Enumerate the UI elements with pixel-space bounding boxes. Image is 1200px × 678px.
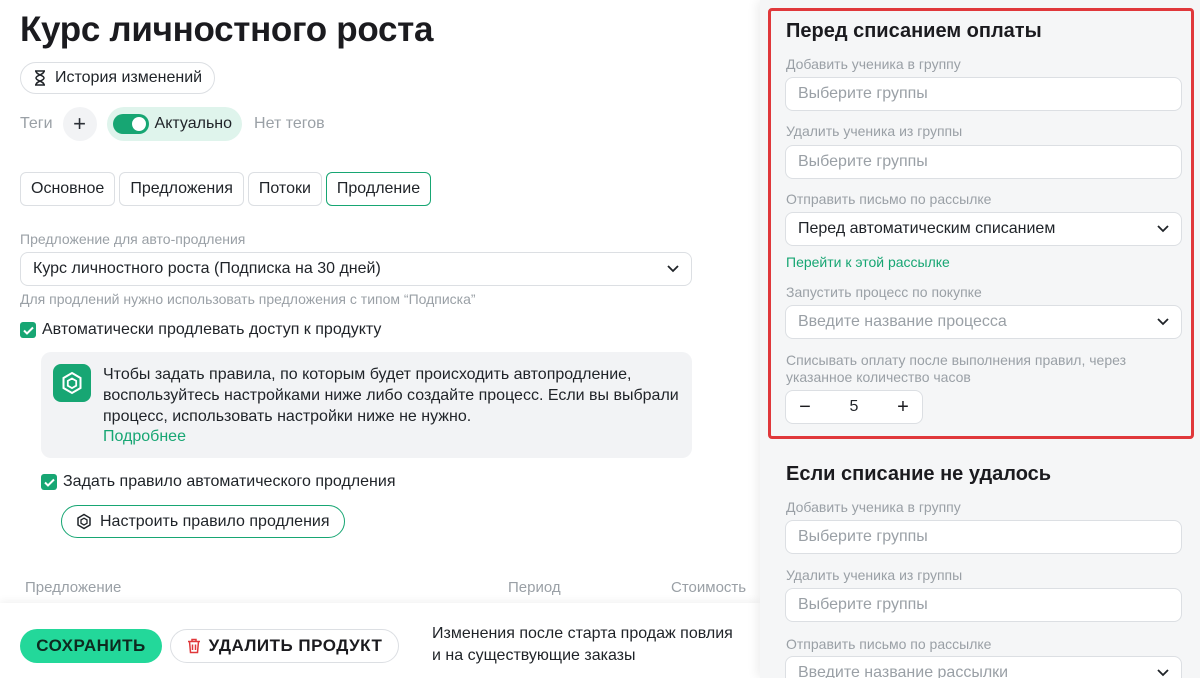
info-text: Чтобы задать правила, по которым будет п… <box>103 366 679 425</box>
check-icon <box>43 478 55 487</box>
tab-main[interactable]: Основное <box>20 172 116 206</box>
before-add-group-input[interactable]: Выберите группы <box>785 77 1182 111</box>
tab-renewal[interactable]: Продление <box>325 172 432 206</box>
configure-rule-button[interactable]: Настроить правило продления <box>61 505 345 538</box>
save-button[interactable]: СОХРАНИТЬ <box>20 629 162 663</box>
column-header-offer: Предложение <box>25 579 122 596</box>
hexagon-icon <box>77 513 91 530</box>
tags-row: Теги + Актуально Нет тегов <box>20 107 325 141</box>
charge-failed-title: Если списание не удалось <box>786 463 1052 485</box>
hours-stepper[interactable]: − 5 + <box>785 390 923 424</box>
before-add-group-placeholder: Выберите группы <box>798 85 928 102</box>
chevron-down-icon <box>1157 225 1169 233</box>
offer-field-label: Предложение для авто-продления <box>20 231 246 247</box>
plus-button[interactable]: + <box>894 396 912 419</box>
failed-add-group-placeholder: Выберите группы <box>798 528 928 545</box>
charge-after-label-line1: Списывать оплату после выполнения правил… <box>786 352 1127 368</box>
trash-icon <box>187 638 200 654</box>
failed-send-email-label: Отправить письмо по рассылке <box>786 636 992 652</box>
no-tags-text: Нет тегов <box>254 115 325 132</box>
charge-after-label: Списывать оплату после выполнения правил… <box>786 352 1126 386</box>
offer-hint: Для продлений нужно использовать предлож… <box>20 291 476 307</box>
before-send-email-value: Перед автоматическим списанием <box>798 220 1056 237</box>
actual-toggle-label: Актуально <box>154 115 233 132</box>
failed-remove-group-placeholder: Выберите группы <box>798 596 928 613</box>
auto-renew-checkbox[interactable] <box>20 322 36 338</box>
set-rule-checkbox[interactable] <box>41 474 57 490</box>
goto-mailing-link[interactable]: Перейти к этой рассылке <box>786 254 950 270</box>
bottom-action-bar: СОХРАНИТЬ УДАЛИТЬ ПРОДУКТ Изменения посл… <box>0 603 760 678</box>
chevron-down-icon <box>1157 669 1169 677</box>
more-info-link[interactable]: Подробнее <box>103 428 186 446</box>
chevron-down-icon <box>1157 318 1169 326</box>
process-label: Запустить процесс по покупке <box>786 284 982 300</box>
before-add-group-label: Добавить ученика в группу <box>786 56 961 72</box>
process-placeholder: Введите название процесса <box>798 313 1007 330</box>
check-icon <box>22 326 34 335</box>
column-header-period: Период <box>508 579 561 596</box>
process-select[interactable]: Введите название процесса <box>785 305 1182 339</box>
column-header-price: Стоимость <box>671 579 747 596</box>
offer-select-value: Курс личностного роста (Подписка на 30 д… <box>33 260 381 277</box>
tab-offers[interactable]: Предложения <box>119 172 244 206</box>
changes-note-line1: Изменения после старта продаж повлия <box>432 625 733 642</box>
info-box: Чтобы задать правила, по которым будет п… <box>41 352 692 458</box>
delete-product-button[interactable]: УДАЛИТЬ ПРОДУКТ <box>170 629 399 663</box>
history-label: История изменений <box>55 69 203 86</box>
failed-add-group-label: Добавить ученика в группу <box>786 499 961 515</box>
before-remove-group-label: Удалить ученика из группы <box>786 123 963 139</box>
configure-rule-label: Настроить правило продления <box>100 512 330 530</box>
main-content: Курс личностного роста История изменений… <box>0 0 760 678</box>
before-send-email-label: Отправить письмо по рассылке <box>786 191 992 207</box>
page-title: Курс личностного роста <box>20 10 434 49</box>
failed-add-group-input[interactable]: Выберите группы <box>785 520 1182 554</box>
delete-product-label: УДАЛИТЬ ПРОДУКТ <box>208 636 383 655</box>
tab-streams[interactable]: Потоки <box>247 172 322 206</box>
renewal-settings-panel: Перед списанием оплаты Добавить ученика … <box>760 0 1200 678</box>
history-button[interactable]: История изменений <box>20 62 216 94</box>
hours-value[interactable]: 5 <box>850 398 859 416</box>
tags-label: Теги <box>20 115 53 132</box>
hourglass-icon <box>35 70 45 86</box>
auto-renew-checkbox-row[interactable]: Автоматически продлевать доступ к продук… <box>20 321 381 339</box>
add-tag-button[interactable]: + <box>62 107 97 141</box>
actual-toggle[interactable]: Актуально <box>106 107 243 141</box>
chevron-down-icon <box>667 265 679 273</box>
hexagon-icon <box>53 364 91 402</box>
before-remove-group-placeholder: Выберите группы <box>798 153 928 170</box>
plus-icon: + <box>73 111 86 136</box>
toggle-switch-icon <box>112 114 149 134</box>
changes-note: Изменения после старта продаж повлия и н… <box>432 623 760 667</box>
tabs: Основное Предложения Потоки Продление <box>20 172 432 206</box>
minus-button[interactable]: − <box>796 396 814 419</box>
before-charge-title: Перед списанием оплаты <box>786 20 1042 42</box>
before-remove-group-input[interactable]: Выберите группы <box>785 145 1182 179</box>
auto-renew-label: Автоматически продлевать доступ к продук… <box>42 321 382 338</box>
failed-send-email-select[interactable]: Введите название рассылки <box>785 656 1182 678</box>
offer-select[interactable]: Курс личностного роста (Подписка на 30 д… <box>20 252 692 286</box>
changes-note-line2: и на существующие заказы <box>432 647 636 664</box>
set-rule-label: Задать правило автоматического продления <box>63 473 396 490</box>
failed-remove-group-label: Удалить ученика из группы <box>786 567 963 583</box>
set-rule-checkbox-row[interactable]: Задать правило автоматического продления <box>41 473 395 491</box>
before-send-email-select[interactable]: Перед автоматическим списанием <box>785 212 1182 246</box>
failed-send-email-placeholder: Введите название рассылки <box>798 664 1009 678</box>
failed-remove-group-input[interactable]: Выберите группы <box>785 588 1182 622</box>
charge-after-label-line2: указанное количество часов <box>786 369 971 385</box>
